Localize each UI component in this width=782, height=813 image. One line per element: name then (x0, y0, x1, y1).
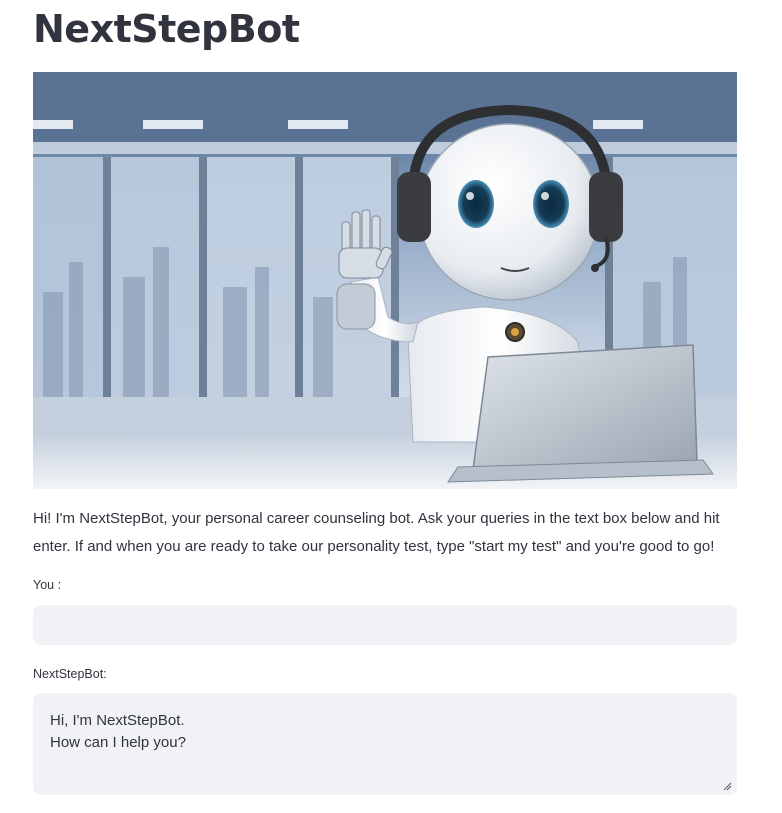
bot-response-textarea[interactable]: Hi, I'm NextStepBot. How can I help you? (33, 693, 737, 795)
page-title: NextStepBot (33, 7, 300, 51)
intro-text: Hi! I'm NextStepBot, your personal caree… (33, 510, 720, 555)
bot-response-label: NextStepBot: (33, 667, 107, 681)
user-query-input[interactable] (33, 605, 737, 645)
resize-handle-icon[interactable] (722, 781, 732, 791)
robot-hero-image (33, 72, 737, 489)
user-input-label: You : (33, 578, 62, 592)
main-container: NextStepBot Hi! I'm NextStepBot, your pe… (33, 0, 737, 795)
